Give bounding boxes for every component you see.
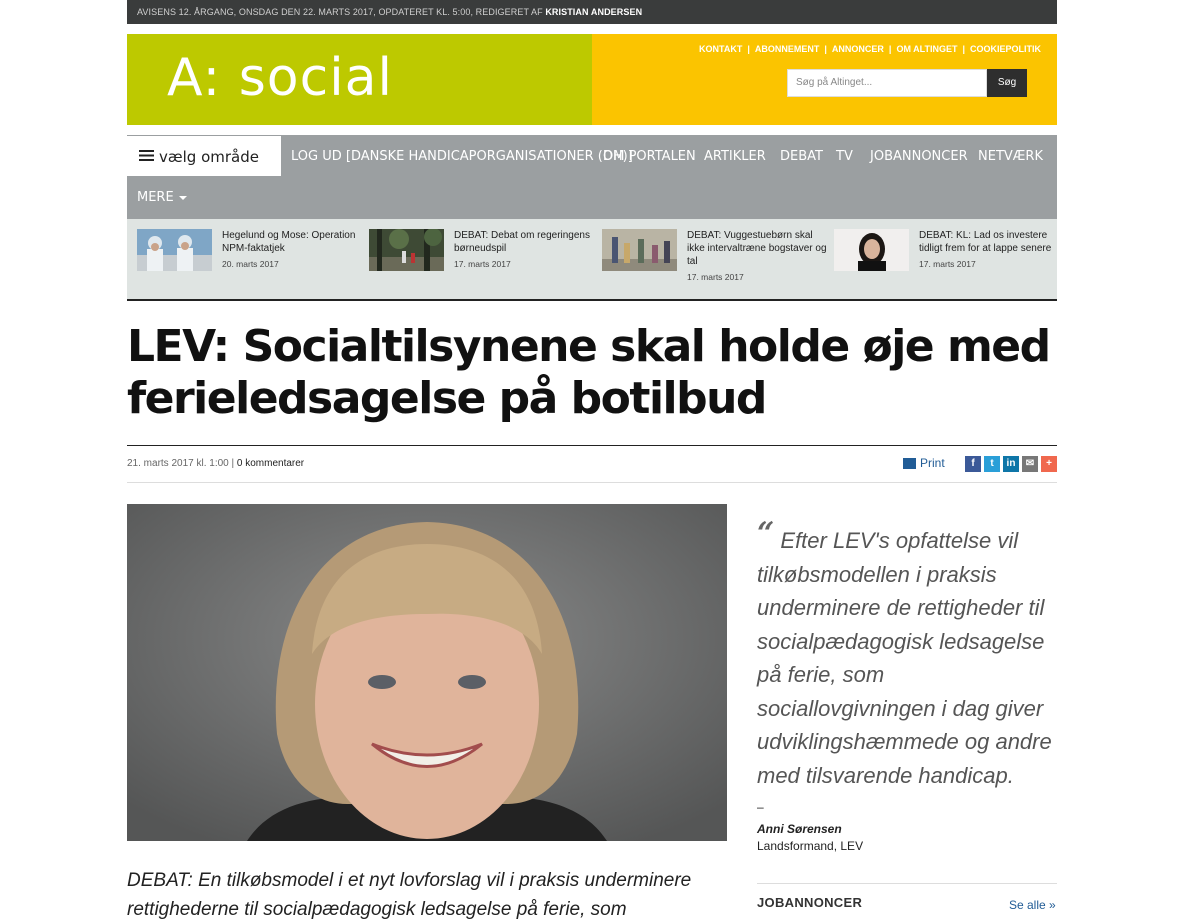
jobs-divider: [757, 883, 1057, 884]
related-thumbnail: [369, 229, 444, 271]
article-photo: [127, 504, 727, 841]
related-article[interactable]: DEBAT: Debat om regeringens børneudspil 1…: [369, 229, 594, 289]
related-date: 20. marts 2017: [222, 259, 279, 269]
link-annoncer[interactable]: Annoncer: [832, 44, 884, 54]
facebook-icon[interactable]: f: [965, 456, 981, 472]
article-meta-bar: 21. marts 2017 kl. 1:00 | 0 kommentarer …: [127, 445, 1057, 483]
search-input[interactable]: Søg på Altinget...: [787, 69, 987, 97]
related-articles-strip: Hegelund og Mose: Operation NPM-faktatje…: [127, 219, 1057, 301]
article-lead: DEBAT: En tilkøbsmodel i et nyt lovforsl…: [127, 870, 692, 920]
top-info-bar: Avisens 12. årgang, onsdag den 22. marts…: [127, 0, 1057, 24]
nav-om-portalen[interactable]: Om portalen: [603, 135, 696, 177]
logo[interactable]: A: social: [127, 34, 592, 125]
nav-artikler[interactable]: Artikler: [704, 135, 766, 177]
site-header: A: social Kontakt | Abonnement | Annoncer |…: [127, 34, 1057, 125]
related-date: 17. marts 2017: [919, 259, 976, 269]
related-title: DEBAT: KL: Lad os investere tidligt frem…: [919, 230, 1052, 254]
article-date: 21. marts 2017 kl. 1:00 |: [127, 458, 235, 469]
nav-jobannoncer[interactable]: Jobannoncer: [870, 135, 968, 177]
nav-logout[interactable]: Log ud [Danske Handicaporganisationer (D…: [291, 135, 633, 177]
topbar-text: Avisens 12. årgang, onsdag den 22. marts…: [137, 7, 543, 17]
main-nav: vælg område Log ud [Danske Handicaporgan…: [127, 135, 1057, 219]
quote-text: Efter LEV's opfattelse vil tilkøbsmodell…: [757, 528, 1052, 788]
comments-link[interactable]: 0 kommentarer: [237, 458, 304, 469]
related-article[interactable]: DEBAT: KL: Lad os investere tidligt frem…: [834, 229, 1059, 289]
print-label: Print: [920, 456, 945, 470]
related-date: 17. marts 2017: [687, 272, 744, 282]
link-om-altinget[interactable]: Om Altinget: [896, 44, 957, 54]
header-utility: Kontakt | Abonnement | Annoncer | Om Alting…: [592, 34, 1057, 125]
related-thumbnail: [602, 229, 677, 271]
nav-netvaerk[interactable]: Netværk: [978, 135, 1043, 177]
related-thumbnail: [834, 229, 909, 271]
topbar-editor[interactable]: Kristian Andersen: [545, 7, 642, 17]
related-thumbnail: [137, 229, 212, 271]
jobs-heading: JOBANNONCER: [757, 895, 863, 910]
search-button[interactable]: Søg: [987, 69, 1027, 97]
email-icon[interactable]: ✉: [1022, 456, 1038, 472]
related-title: DEBAT: Debat om regeringens børneudspil: [454, 230, 590, 254]
link-kontakt[interactable]: Kontakt: [699, 44, 742, 54]
top-links: Kontakt | Abonnement | Annoncer | Om Alting…: [699, 44, 1041, 54]
print-icon: [903, 458, 916, 470]
see-all-jobs-link[interactable]: Se alle »: [1009, 898, 1056, 912]
nav-debat[interactable]: Debat: [780, 135, 823, 177]
related-title: DEBAT: Vuggestuebørn skal ikke intervalt…: [687, 230, 827, 267]
link-cookiepolitik[interactable]: Cookiepolitik: [970, 44, 1041, 54]
more-icon[interactable]: +: [1041, 456, 1057, 472]
article-meta: 21. marts 2017 kl. 1:00 | 0 kommentarer: [127, 458, 304, 469]
quote-mark-icon: “: [757, 516, 775, 551]
nav-more[interactable]: MERE: [137, 177, 187, 219]
article-title: LEV: Socialtilsynene skal holde øje med …: [127, 321, 1051, 424]
related-article[interactable]: DEBAT: Vuggestuebørn skal ikke intervalt…: [602, 229, 827, 289]
quote-author-role: Landsformand, LEV: [757, 839, 864, 853]
area-menu-label: vælg område: [159, 148, 259, 166]
pull-quote: “ Efter LEV's opfattelse vil tilkøbsmode…: [757, 519, 1057, 792]
caret-down-icon: [178, 195, 187, 200]
quote-author: Anni Sørensen: [757, 822, 842, 836]
quote-dash: –: [757, 800, 764, 814]
logo-text: A: social: [167, 48, 393, 108]
twitter-icon[interactable]: t: [984, 456, 1000, 472]
link-abonnement[interactable]: Abonnement: [755, 44, 820, 54]
nav-tv[interactable]: TV: [836, 135, 853, 177]
hamburger-icon: [139, 150, 154, 161]
linkedin-icon[interactable]: in: [1003, 456, 1019, 472]
area-menu-button[interactable]: vælg område: [127, 136, 281, 176]
portrait-image: [127, 504, 727, 841]
related-article[interactable]: Hegelund og Mose: Operation NPM-faktatje…: [137, 229, 362, 289]
print-button[interactable]: Print: [903, 456, 945, 470]
related-title: Hegelund og Mose: Operation NPM-faktatje…: [222, 230, 356, 254]
related-date: 17. marts 2017: [454, 259, 511, 269]
nav-more-label: MERE: [137, 190, 174, 205]
